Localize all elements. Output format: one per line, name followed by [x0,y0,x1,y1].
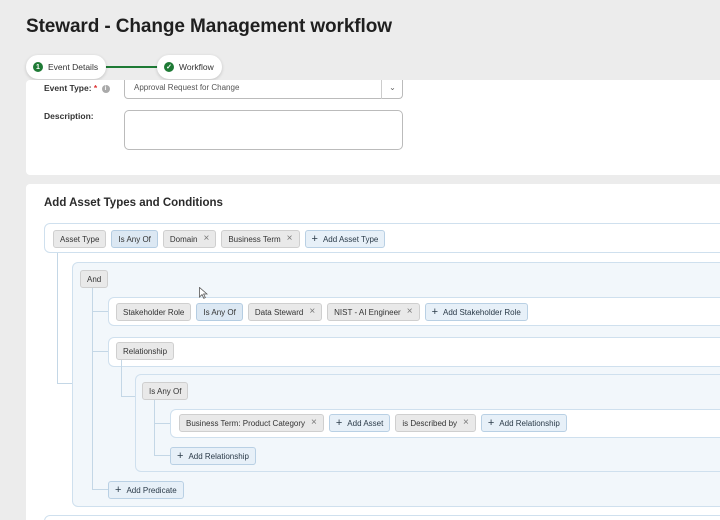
conditions-card: Add Asset Types and Conditions Asset Typ… [26,184,720,520]
stakeholder-row: Stakeholder Role Is Any Of Data Steward ×… [116,303,528,321]
tree-connector [92,351,108,352]
step-label: Workflow [179,62,214,72]
asset-type-row: Asset Type Is Any Of Domain × Business Te… [53,230,386,248]
check-icon: ✓ [164,62,174,72]
stakeholder-role-field[interactable]: Stakeholder Role [116,303,192,321]
plus-icon: + [115,483,122,496]
stakeholder-value-chip: Data Steward × [247,303,323,321]
add-asset-type-button[interactable]: + Add Asset Type [304,230,386,248]
and-operator[interactable]: And [80,270,109,288]
next-condition-group [44,515,720,520]
relationship-field[interactable]: Relationship [116,342,175,360]
relation-value-chip: is Described by × [395,414,476,432]
asset-type-value-chip: Domain × [162,230,217,248]
add-predicate-button[interactable]: + Add Predicate [108,481,184,499]
tree-connector [57,253,58,383]
is-any-of-operator[interactable]: Is Any Of [142,382,189,400]
close-icon[interactable]: × [463,418,469,428]
workflow-stepper: 1 Event Details ✓ Workflow [26,55,222,79]
tree-connector [92,489,108,490]
tree-connector [154,400,155,456]
tree-connector [121,396,136,397]
page-title: Steward - Change Management workflow [26,16,392,37]
add-relationship-button[interactable]: + Add Relationship [480,414,567,432]
stakeholder-operator[interactable]: Is Any Of [196,303,243,321]
close-icon[interactable]: × [309,307,315,317]
stakeholder-value-chip: NIST - AI Engineer × [327,303,420,321]
asset-type-field[interactable]: Asset Type [53,230,107,248]
close-icon[interactable]: × [287,234,293,244]
close-icon[interactable]: × [203,234,209,244]
event-type-select[interactable]: Approval Request for Change [124,80,403,99]
description-field[interactable] [124,110,403,150]
description-label: Description: [44,111,94,121]
plus-icon: + [177,449,184,462]
step-number-icon: 1 [33,62,43,72]
close-icon[interactable]: × [407,307,413,317]
add-stakeholder-role-button[interactable]: + Add Stakeholder Role [424,303,528,321]
tree-connector [154,455,170,456]
asset-relation-row: Business Term: Product Category × + Add As… [179,414,567,432]
plus-icon: + [487,416,495,429]
info-icon[interactable]: i [101,85,110,93]
add-asset-button[interactable]: + Add Asset [328,414,391,432]
close-icon[interactable]: × [311,418,317,428]
tree-connector [92,288,93,490]
mouse-cursor-icon [199,287,208,299]
step-workflow[interactable]: ✓ Workflow [157,55,222,79]
add-relationship-inner-button[interactable]: + Add Relationship [170,447,256,465]
asset-type-value-chip: Business Term × [221,230,300,248]
section-title: Add Asset Types and Conditions [44,197,223,209]
plus-icon: + [431,305,438,318]
tree-connector [92,311,108,312]
tree-connector [154,423,170,424]
tree-connector [57,383,73,384]
asset-value-chip: Business Term: Product Category × [179,414,324,432]
tree-connector [121,360,122,396]
stepper-connector [100,66,160,68]
event-details-card: Event Type: * i Approval Request for Cha… [26,80,720,175]
step-label: Event Details [48,62,99,72]
asset-type-operator[interactable]: Is Any Of [111,230,158,248]
required-marker: * [93,83,98,93]
step-event-details[interactable]: 1 Event Details [26,55,107,79]
chevron-down-icon[interactable]: ⌄ [381,80,403,99]
relationship-group [108,337,720,367]
plus-icon: + [335,416,343,429]
event-type-label: Event Type: * i [44,83,110,93]
plus-icon: + [311,232,318,245]
